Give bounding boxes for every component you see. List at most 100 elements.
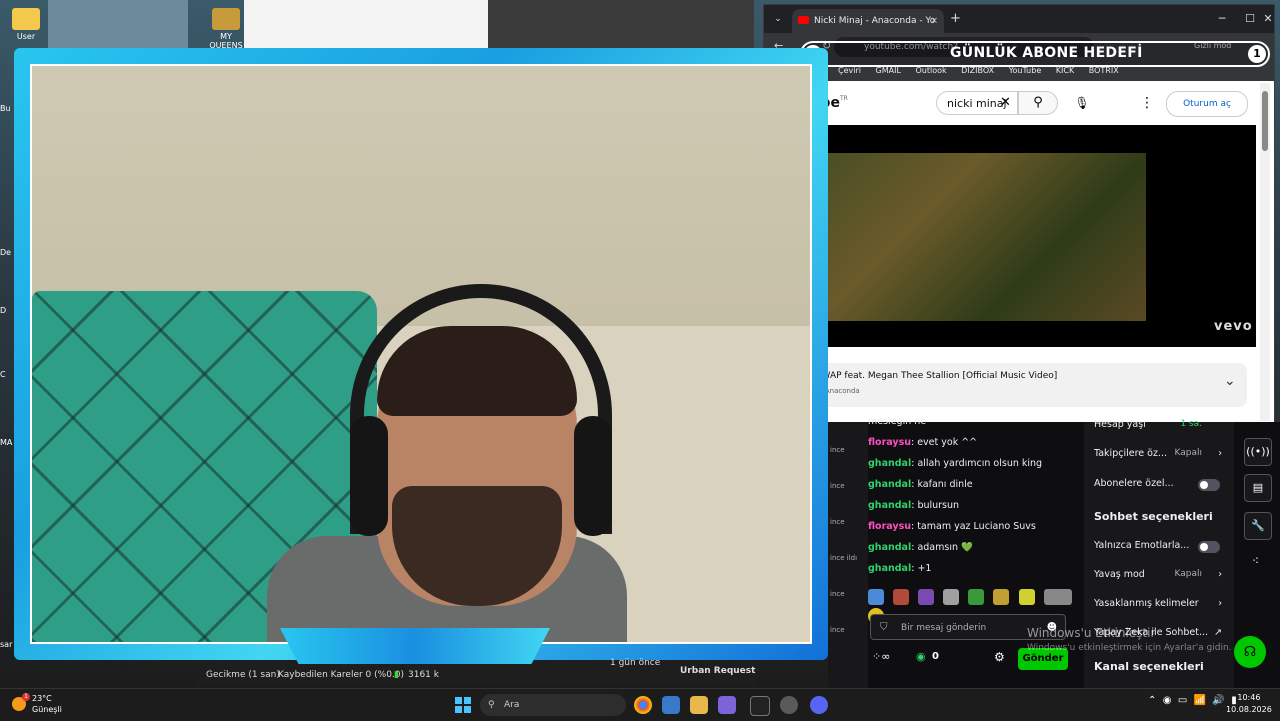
setting-banned-words[interactable]: Yasaklanmış kelimeler ›: [1094, 598, 1224, 609]
desktop-label: D: [0, 306, 7, 315]
emote-icon[interactable]: [968, 588, 985, 605]
clear-search-icon[interactable]: ✕: [1000, 91, 1018, 115]
system-tray[interactable]: ⌃ ◉ ▭ 📶 🔊 ▮: [1148, 695, 1237, 706]
tab-search-icon[interactable]: ⌄: [770, 11, 786, 27]
setting-value: Kapalı: [1174, 569, 1203, 579]
chat-message-text: : kafanı dinle: [911, 479, 973, 490]
emote-icon[interactable]: [868, 588, 884, 605]
microphone-icon[interactable]: 🎙: [1070, 91, 1094, 115]
infinity-icon[interactable]: ⁘∞: [872, 650, 890, 663]
activity-item: ince: [830, 590, 845, 598]
scrollbar-thumb[interactable]: [1262, 91, 1268, 151]
search-icon[interactable]: ⚲: [1018, 91, 1058, 115]
chat-message-text: : bulursun: [911, 500, 960, 511]
layers-icon[interactable]: ▤: [1244, 474, 1272, 502]
setting-label: Abonelere özel...: [1094, 478, 1174, 489]
headset-help-icon[interactable]: ☊: [1234, 636, 1266, 668]
setting-emotes-only[interactable]: Yalnızca Emotlarla...: [1094, 540, 1224, 553]
desktop-icon-label: User: [16, 32, 36, 41]
setting-subscribers-only[interactable]: Abonelere özel...: [1094, 478, 1224, 491]
minimize-button[interactable]: ─: [1208, 9, 1236, 29]
emote-icon[interactable]: [918, 588, 935, 605]
chevron-down-icon[interactable]: ⌄: [1224, 373, 1236, 389]
broadcast-icon[interactable]: ((•)): [1244, 438, 1272, 466]
windows-start-icon[interactable]: [455, 697, 471, 713]
desktop-icon-user[interactable]: User: [4, 8, 48, 41]
emote-bar: [868, 586, 1083, 624]
taskbar-search-input[interactable]: ⚲ Ara: [480, 694, 626, 716]
video-player[interactable]: vevo: [764, 125, 1256, 347]
wrench-icon[interactable]: 🔧: [1244, 512, 1272, 540]
chat-username[interactable]: floraysu: [868, 521, 911, 532]
browser-scrollbar[interactable]: [1260, 83, 1270, 421]
chat-username[interactable]: ghandal: [868, 479, 911, 490]
tab-youtube[interactable]: Nicki Minaj - Anaconda - Yo ×: [792, 9, 944, 33]
toggle-switch[interactable]: [1198, 479, 1220, 491]
chat-message-text: : allah yardımcın olsun king: [911, 458, 1043, 469]
gear-icon[interactable]: ⚙: [994, 650, 1005, 664]
more-options-icon[interactable]: ⋮: [1140, 93, 1154, 113]
chat-username[interactable]: ghandal: [868, 458, 911, 469]
points-icon[interactable]: ◉: [916, 650, 926, 663]
emote-icon[interactable]: [893, 588, 910, 605]
delay-status: Gecikme (1 san): [206, 670, 280, 680]
discord-icon[interactable]: [810, 696, 828, 714]
playlist-card[interactable]: Cardi B - WAP feat. Megan Thee Stallion …: [772, 363, 1247, 407]
headphone-cup-left: [350, 416, 388, 536]
emote-icon[interactable]: [1043, 588, 1072, 605]
setting-label: Yalnızca Emotlarla...: [1094, 540, 1190, 551]
tab-close-icon[interactable]: ×: [930, 9, 938, 33]
dots-icon[interactable]: ⁖: [1252, 554, 1259, 568]
teams-icon[interactable]: [718, 696, 736, 714]
chrome-icon[interactable]: [634, 696, 652, 714]
browser-window[interactable]: ⌄ Nicki Minaj - Anaconda - Yo × + ─ ☐ ✕ …: [763, 4, 1275, 424]
desktop-photo-thumbnail: [488, 0, 754, 48]
setting-followers-only[interactable]: Takipçilere öz... Kapalı ›: [1094, 448, 1224, 459]
weather-widget[interactable]: 1 23°C Güneşli: [12, 693, 62, 715]
chat-message-text: mesleğin ne: [868, 416, 927, 427]
epic-games-icon[interactable]: [750, 696, 770, 716]
channel-options-heading: Kanal seçenekleri: [1094, 660, 1204, 673]
maximize-button[interactable]: ☐: [1236, 9, 1264, 29]
toggle-switch[interactable]: [1198, 541, 1220, 553]
taskbar-clock[interactable]: 10:46 10.08.2026: [1226, 692, 1272, 716]
emote-icon[interactable]: [1018, 588, 1035, 605]
chat-username[interactable]: floraysu: [868, 437, 911, 448]
chat-username[interactable]: ghandal: [868, 542, 911, 553]
emote-icon[interactable]: [993, 588, 1010, 605]
vevo-watermark: vevo: [1214, 319, 1253, 334]
search-icon: ⚲: [488, 700, 495, 710]
activity-strip: ince ince ince ince ildı ince ince: [828, 422, 868, 688]
emote-icon[interactable]: [943, 588, 960, 605]
setting-value: Kapalı: [1174, 448, 1203, 458]
sign-in-button[interactable]: Oturum aç: [1166, 91, 1248, 117]
urban-request-label: Urban Request: [680, 666, 756, 676]
chat-message: ghandal: +1: [868, 558, 1073, 579]
new-tab-button[interactable]: +: [950, 11, 961, 26]
folder-icon: [12, 8, 40, 30]
dropped-frames-status: Kaybedilen Kareler 0 (%0.0): [278, 670, 405, 680]
chat-message: ghandal: adamsın 💚: [868, 537, 1073, 558]
chat-message: mesleğin ne: [868, 411, 1073, 432]
desktop-label: C: [0, 370, 6, 379]
webcam-feed: [32, 66, 810, 642]
chevron-right-icon: ›: [1218, 598, 1222, 609]
chat-username[interactable]: ghandal: [868, 563, 911, 574]
obs-status-bar: Gecikme (1 san) Kaybedilen Kareler 0 (%0…: [196, 664, 756, 686]
setting-slow-mode[interactable]: Yavaş mod Kapalı ›: [1094, 569, 1224, 580]
photos-icon[interactable]: [662, 696, 680, 714]
desktop-label: Bu: [0, 104, 11, 113]
setting-account-age[interactable]: Hesap yaşı 1 sa.: [1094, 419, 1224, 430]
setting-label: Hesap yaşı: [1094, 419, 1146, 430]
setting-label: Takipçilere öz...: [1094, 448, 1167, 459]
obs-icon[interactable]: [780, 696, 798, 714]
setting-value: 1 sa.: [1180, 419, 1202, 429]
desktop-icon-my-queens[interactable]: MY QUEENS: [204, 8, 248, 50]
goal-label: GÜNLÜK ABONE HEDEFİ: [950, 45, 1143, 61]
activity-item: ince: [830, 626, 845, 634]
chat-message-text: : tamam yaz Luciano Suvs: [910, 521, 1036, 532]
file-explorer-icon[interactable]: [690, 696, 708, 714]
goal-target: 1: [1248, 45, 1266, 63]
close-window-button[interactable]: ✕: [1262, 9, 1274, 29]
chat-username[interactable]: ghandal: [868, 500, 911, 511]
